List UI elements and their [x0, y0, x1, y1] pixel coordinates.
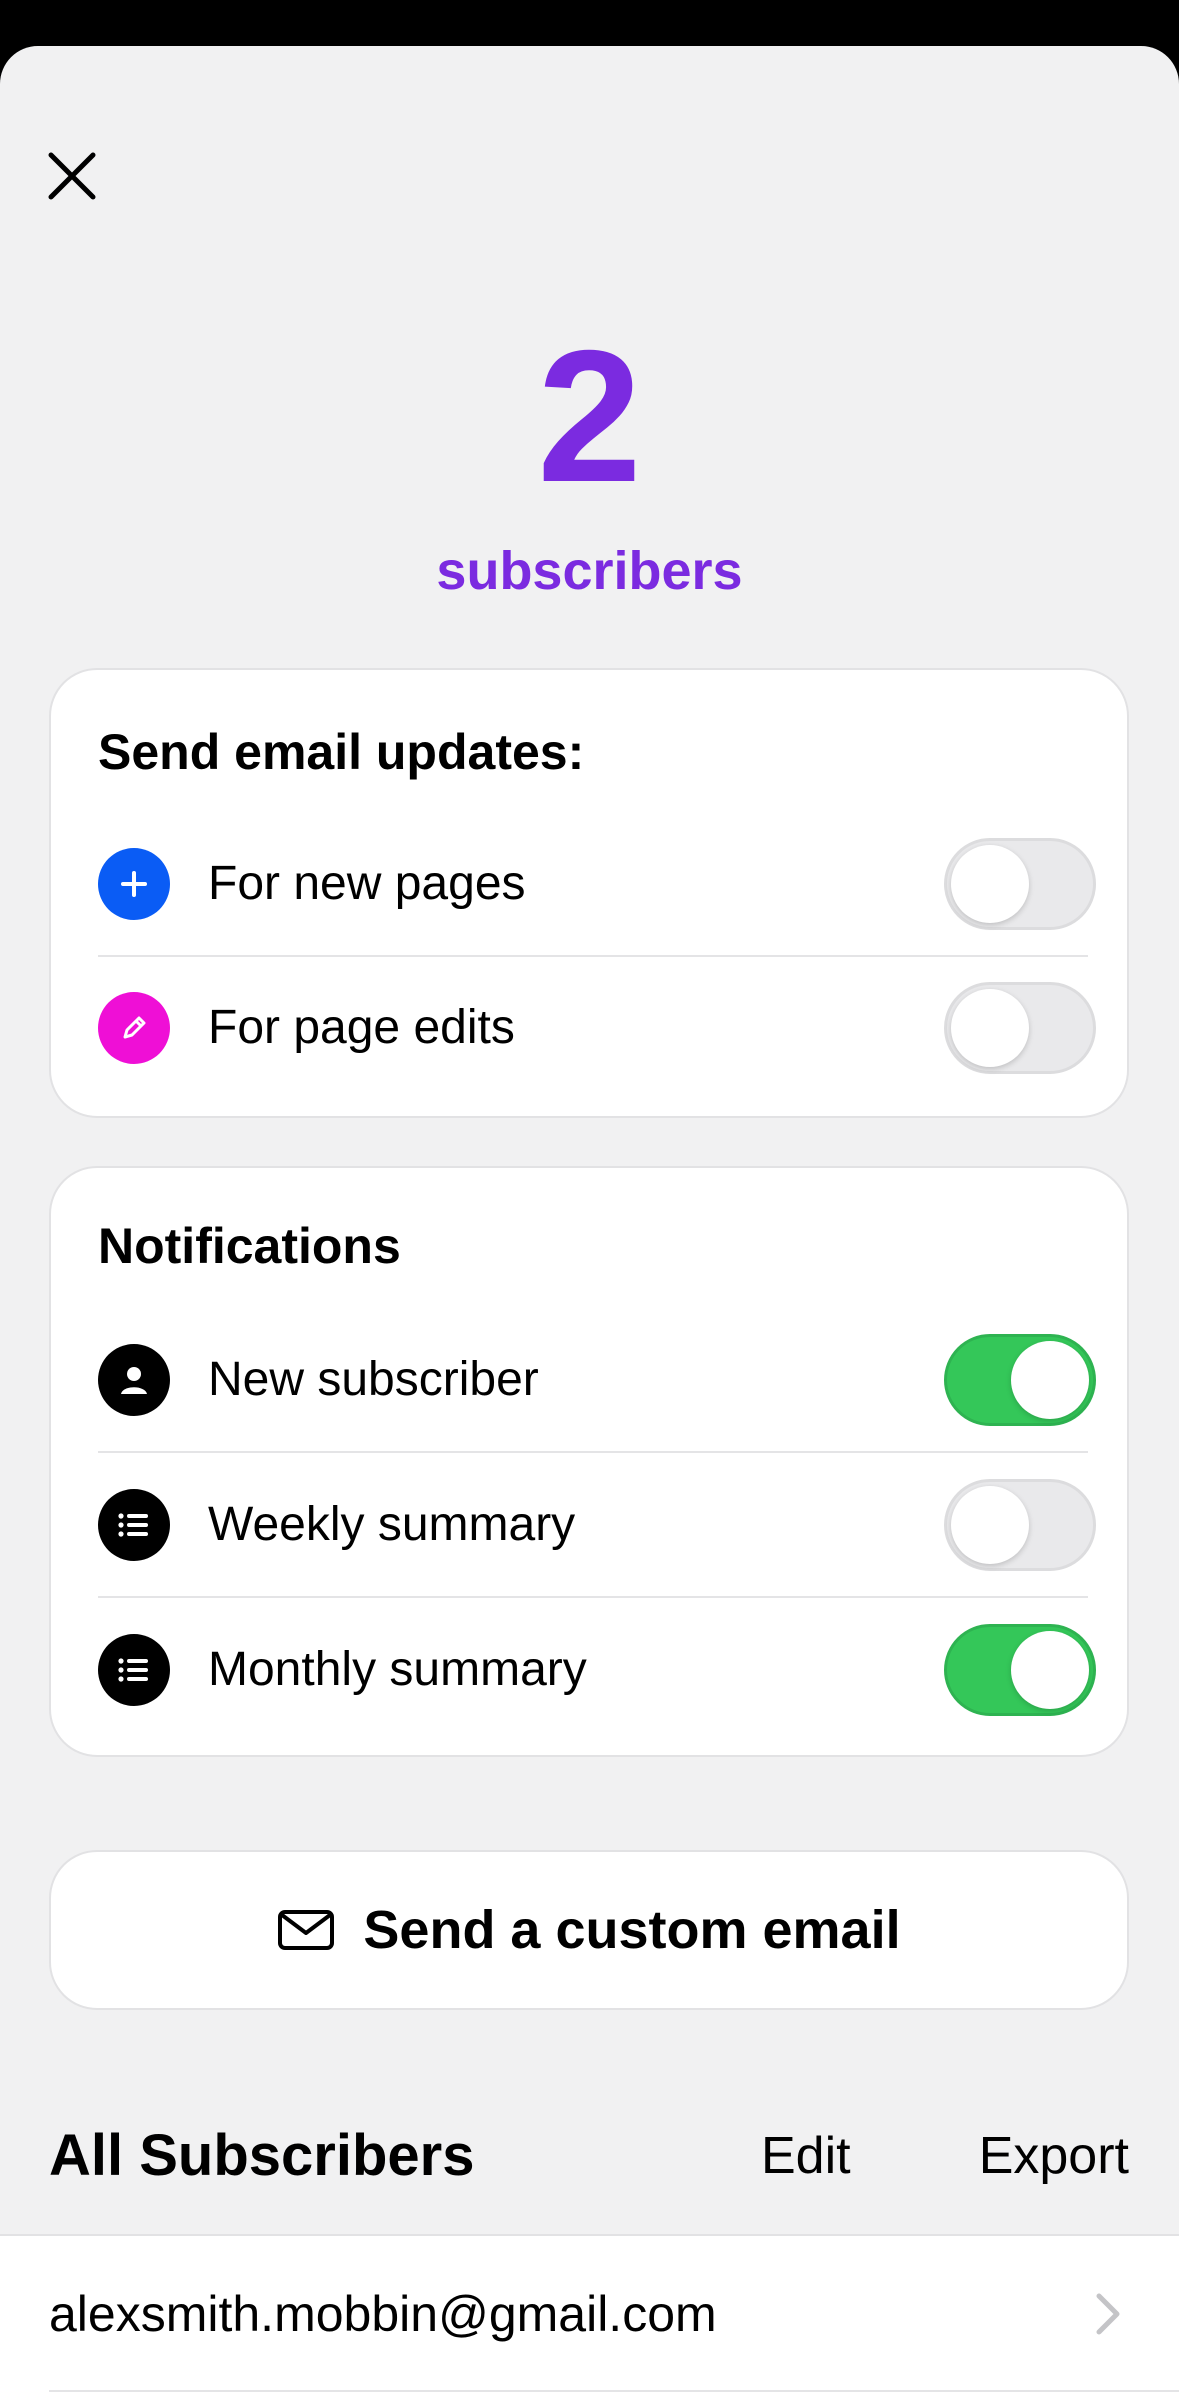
export-button[interactable]: Export: [979, 2121, 1129, 2191]
email-update-label: For page edits: [208, 1001, 515, 1054]
person-icon: [98, 1344, 170, 1416]
notification-row-new-subscriber: New subscriber: [98, 1308, 1096, 1453]
list-icon: [98, 1489, 170, 1561]
subscribers-title: All Subscribers: [49, 2123, 475, 2188]
toggle-knob: [1011, 1631, 1089, 1709]
notification-label: Weekly summary: [208, 1498, 576, 1551]
toggle-knob: [951, 1486, 1029, 1564]
notification-label: Monthly summary: [208, 1643, 587, 1696]
subscriber-count-label: subscribers: [436, 541, 743, 601]
list-icon: [98, 1634, 170, 1706]
envelope-icon: [277, 1908, 337, 1952]
email-updates-card: Send email updates: For new pages For pa…: [49, 668, 1129, 1118]
subscribers-list: alexsmith.mobbin@gmail.com: [0, 2234, 1179, 2396]
notification-row-weekly-summary: Weekly summary: [98, 1453, 1096, 1598]
email-update-row-new-pages: For new pages: [98, 812, 1096, 957]
close-button[interactable]: [40, 144, 104, 208]
new-pages-toggle[interactable]: [944, 838, 1096, 930]
notification-label: New subscriber: [208, 1353, 539, 1406]
edit-button[interactable]: Edit: [761, 2121, 851, 2191]
subscriber-row[interactable]: alexsmith.mobbin@gmail.com: [0, 2236, 1179, 2392]
notifications-card: Notifications New subscriber Weekly summ…: [49, 1166, 1129, 1757]
plus-icon: [98, 848, 170, 920]
pencil-icon: [98, 992, 170, 1064]
notification-row-monthly-summary: Monthly summary: [98, 1598, 1096, 1742]
subscriber-email: alexsmith.mobbin@gmail.com: [49, 2286, 717, 2342]
chevron-right-icon: [1096, 2293, 1120, 2335]
subscribers-header: All Subscribers Edit Export: [49, 2121, 1129, 2191]
subscriber-count: 2: [537, 311, 642, 521]
toggle-knob: [951, 989, 1029, 1067]
email-update-label: For new pages: [208, 857, 526, 910]
row-divider: [49, 2390, 1179, 2392]
monthly-summary-toggle[interactable]: [944, 1624, 1096, 1716]
page-edits-toggle[interactable]: [944, 982, 1096, 1074]
new-subscriber-toggle[interactable]: [944, 1334, 1096, 1426]
email-update-row-page-edits: For page edits: [98, 956, 1096, 1100]
subscribers-sheet: 2 subscribers Send email updates: For ne…: [0, 46, 1179, 2396]
toggle-knob: [951, 845, 1029, 923]
close-icon: [48, 152, 96, 200]
toggle-knob: [1011, 1341, 1089, 1419]
send-custom-email-label: Send a custom email: [363, 1900, 901, 1960]
weekly-summary-toggle[interactable]: [944, 1479, 1096, 1571]
email-updates-title: Send email updates:: [98, 724, 585, 780]
notifications-title: Notifications: [98, 1218, 401, 1274]
send-custom-email-button[interactable]: Send a custom email: [49, 1850, 1129, 2010]
